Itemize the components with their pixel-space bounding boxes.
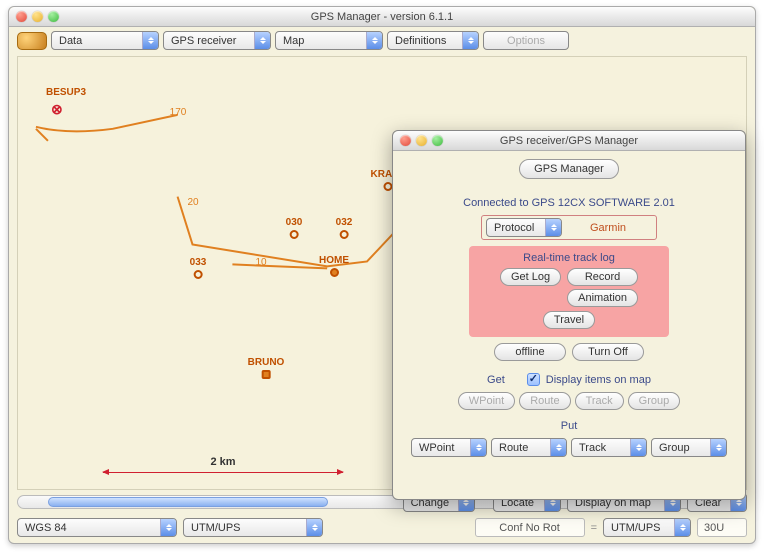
protocol-select[interactable]: Protocol (486, 218, 562, 237)
options-button[interactable]: Options (483, 31, 569, 50)
put-track-select[interactable]: Track (571, 438, 647, 457)
gps-menu-label: GPS receiver (171, 35, 236, 47)
data-menu[interactable]: Data (51, 31, 159, 50)
bottom-bar-2: WGS 84 UTM/UPS Conf No Rot = UTM/UPS 30U (9, 515, 755, 543)
traffic-lights (16, 11, 59, 22)
datum-select[interactable]: WGS 84 (17, 518, 177, 537)
connection-status: Connected to GPS 12CX SOFTWARE 2.01 (463, 197, 675, 209)
put-group-select[interactable]: Group (651, 438, 727, 457)
display-items-checkbox[interactable] (527, 373, 540, 386)
track-label-10: 10 (255, 257, 266, 268)
child-titlebar: GPS receiver/GPS Manager (393, 131, 745, 151)
map-menu-label: Map (283, 35, 304, 47)
child-body: GPS Manager Connected to GPS 12CX SOFTWA… (393, 151, 745, 499)
travel-button[interactable]: Travel (543, 311, 595, 329)
minimize-button[interactable] (32, 11, 43, 22)
waypoint-bruno[interactable]: BRUNO (248, 357, 285, 379)
put-selects-row: WPoint Route Track Group (403, 438, 735, 457)
get-buttons-row: WPoint Route Track Group (403, 392, 735, 410)
put-section-label: Put (561, 420, 578, 432)
scrollbar-thumb[interactable] (48, 497, 328, 507)
main-toolbar: Data GPS receiver Map Definitions Option… (9, 27, 755, 54)
protocol-row: Protocol Garmin (481, 215, 657, 240)
scale-bar: 2 km (103, 472, 343, 473)
scale-label: 2 km (103, 456, 343, 468)
display-items-label: Display items on map (546, 374, 651, 386)
child-close-button[interactable] (400, 135, 411, 146)
get-log-button[interactable]: Get Log (500, 268, 561, 286)
main-titlebar: GPS Manager - version 6.1.1 (9, 7, 755, 27)
conf-box: Conf No Rot (475, 518, 585, 537)
data-menu-label: Data (59, 35, 82, 47)
close-button[interactable] (16, 11, 27, 22)
get-wpoint-button[interactable]: WPoint (458, 392, 515, 410)
projection-left-select[interactable]: UTM/UPS (183, 518, 323, 537)
get-group-button[interactable]: Group (628, 392, 681, 410)
child-traffic-lights (400, 135, 443, 146)
marker-x-icon: ⊗ (51, 101, 63, 118)
main-title: GPS Manager - version 6.1.1 (9, 11, 755, 23)
child-minimize-button[interactable] (416, 135, 427, 146)
get-section-label: Get (487, 374, 505, 386)
map-menu[interactable]: Map (275, 31, 383, 50)
tracklog-header: Real-time track log (479, 252, 659, 264)
protocol-value: Garmin (564, 222, 652, 234)
track-label-170: 170 (170, 107, 187, 118)
child-title: GPS receiver/GPS Manager (393, 135, 745, 147)
animation-button[interactable]: Animation (567, 289, 638, 307)
gps-manager-button[interactable]: GPS Manager (519, 159, 619, 179)
waypoint-033[interactable]: 033 (190, 257, 207, 279)
definitions-menu[interactable]: Definitions (387, 31, 479, 50)
waypoint-032[interactable]: 032 (336, 217, 353, 239)
waypoint-besup3[interactable]: BESUP3 (46, 87, 86, 98)
tracklog-panel: Real-time track log Get Log Record Anima… (469, 246, 669, 337)
get-track-button[interactable]: Track (575, 392, 624, 410)
waypoint-home[interactable]: HOME (319, 255, 349, 277)
get-route-button[interactable]: Route (519, 392, 570, 410)
definitions-menu-label: Definitions (395, 35, 446, 47)
equals-label-2: = (591, 522, 597, 534)
projection-right-select[interactable]: UTM/UPS (603, 518, 691, 537)
turn-off-button[interactable]: Turn Off (572, 343, 644, 361)
options-label: Options (507, 35, 545, 47)
zone-box: 30U (697, 518, 747, 537)
track-label-20: 20 (187, 197, 198, 208)
offline-button[interactable]: offline (494, 343, 566, 361)
child-zoom-button[interactable] (432, 135, 443, 146)
waypoint-030[interactable]: 030 (286, 217, 303, 239)
gps-menu[interactable]: GPS receiver (163, 31, 271, 50)
put-route-select[interactable]: Route (491, 438, 567, 457)
put-wpoint-select[interactable]: WPoint (411, 438, 487, 457)
app-logo-icon (17, 32, 47, 50)
zoom-button[interactable] (48, 11, 59, 22)
gps-receiver-window: GPS receiver/GPS Manager GPS Manager Con… (392, 130, 746, 500)
record-button[interactable]: Record (567, 268, 638, 286)
